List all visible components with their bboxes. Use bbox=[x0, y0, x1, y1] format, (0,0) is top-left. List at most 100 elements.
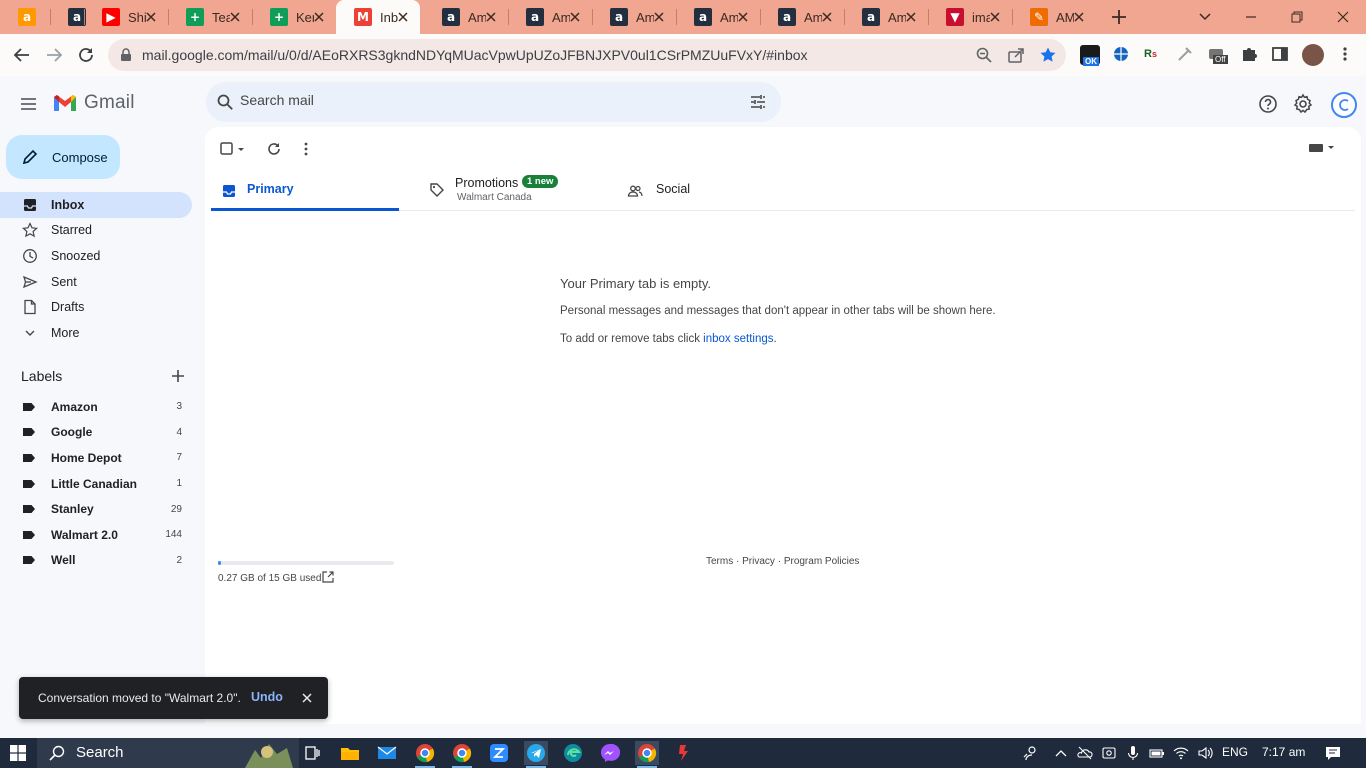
tab-promotions[interactable]: Promotions 1 new Walmart Canada bbox=[419, 171, 615, 211]
sidebar-item-more[interactable]: More bbox=[0, 320, 192, 346]
show-hidden-icons-icon[interactable] bbox=[1053, 745, 1069, 761]
account-avatar[interactable] bbox=[1331, 92, 1357, 118]
file-explorer-icon[interactable] bbox=[338, 741, 362, 765]
address-bar[interactable]: mail.google.com/mail/u/0/d/AEoRXRS3gkndN… bbox=[108, 39, 1066, 71]
reload-button[interactable] bbox=[74, 43, 98, 67]
search-input[interactable] bbox=[240, 92, 720, 108]
chrome-active-taskbar-icon[interactable] bbox=[635, 741, 659, 768]
taskbar-search-box[interactable]: Search bbox=[37, 738, 299, 768]
close-window-button[interactable] bbox=[1332, 6, 1354, 28]
people-tray-icon[interactable] bbox=[1022, 745, 1038, 761]
browser-tab[interactable]: ▼ ima bbox=[928, 0, 1012, 34]
task-view-icon[interactable] bbox=[300, 741, 324, 765]
browser-tab[interactable]: a Am bbox=[508, 0, 592, 34]
taskbar-clock[interactable]: 7:17 am bbox=[1262, 745, 1305, 759]
open-storage-icon[interactable] bbox=[322, 571, 334, 583]
browser-tab[interactable]: a Am bbox=[592, 0, 676, 34]
close-tab-icon[interactable] bbox=[820, 10, 834, 24]
browser-tab[interactable]: ▶ Shi bbox=[84, 0, 168, 34]
more-options-icon[interactable] bbox=[297, 140, 315, 158]
back-button[interactable] bbox=[10, 43, 34, 67]
sidebar-item-drafts[interactable]: Drafts bbox=[0, 294, 192, 320]
refresh-icon[interactable] bbox=[265, 140, 283, 158]
close-tab-icon[interactable] bbox=[144, 10, 158, 24]
share-icon[interactable] bbox=[1007, 46, 1025, 64]
browser-tab[interactable]: ✎ AM bbox=[1012, 0, 1096, 34]
sidebar-item-snoozed[interactable]: Snoozed bbox=[0, 243, 192, 269]
close-tab-icon[interactable] bbox=[396, 10, 410, 24]
search-options-icon[interactable] bbox=[749, 93, 767, 111]
close-tab-icon[interactable] bbox=[568, 10, 582, 24]
windows-start-icon[interactable] bbox=[6, 741, 30, 765]
zoom-app-icon[interactable] bbox=[487, 741, 511, 765]
close-tab-icon[interactable] bbox=[312, 10, 326, 24]
privacy-link[interactable]: Privacy bbox=[742, 556, 775, 567]
label-item-walmart-2-0[interactable]: Walmart 2.0 144 bbox=[0, 522, 200, 548]
extensions-puzzle-icon[interactable] bbox=[1240, 45, 1260, 65]
terms-link[interactable]: Terms bbox=[706, 556, 733, 567]
close-tab-icon[interactable] bbox=[988, 10, 1002, 24]
new-tab-button[interactable] bbox=[1110, 8, 1128, 26]
inbox-settings-link[interactable]: inbox settings bbox=[703, 333, 773, 345]
chrome-taskbar-icon[interactable] bbox=[413, 741, 437, 768]
wifi-icon[interactable] bbox=[1173, 745, 1189, 761]
browser-tab[interactable]: a Am bbox=[676, 0, 760, 34]
profile-avatar[interactable] bbox=[1302, 44, 1324, 66]
browser-tab[interactable]: a Am bbox=[844, 0, 928, 34]
search-bar[interactable] bbox=[206, 82, 781, 122]
browser-tab-active[interactable]: M Inb bbox=[336, 0, 420, 34]
support-icon[interactable] bbox=[1256, 92, 1280, 116]
red-app-icon[interactable] bbox=[672, 741, 696, 765]
close-tab-icon[interactable] bbox=[904, 10, 918, 24]
close-tab-icon[interactable] bbox=[484, 10, 498, 24]
restore-window-button[interactable] bbox=[1286, 6, 1308, 28]
select-all-checkbox[interactable] bbox=[219, 140, 247, 158]
close-tab-icon[interactable] bbox=[1072, 10, 1086, 24]
extension-ok-icon[interactable]: OK bbox=[1080, 45, 1100, 66]
notifications-icon[interactable] bbox=[1325, 745, 1341, 761]
compose-button[interactable]: Compose bbox=[6, 135, 120, 179]
webcam-tray-icon[interactable] bbox=[1101, 745, 1117, 761]
extension-globe-icon[interactable] bbox=[1112, 45, 1132, 65]
extension-rs-icon[interactable]: Rs bbox=[1144, 45, 1164, 65]
telegram-icon[interactable] bbox=[524, 741, 548, 768]
undo-button[interactable]: Undo bbox=[251, 690, 283, 704]
close-tab-icon[interactable] bbox=[736, 10, 750, 24]
label-item-stanley[interactable]: Stanley 29 bbox=[0, 496, 200, 522]
program-policies-link[interactable]: Program Policies bbox=[784, 556, 860, 567]
browser-menu-icon[interactable] bbox=[1336, 45, 1356, 65]
browser-tab[interactable]: a Am bbox=[760, 0, 844, 34]
add-label-icon[interactable] bbox=[170, 368, 186, 384]
label-item-little-canadian[interactable]: Little Canadian 1 bbox=[0, 471, 200, 497]
tab-social[interactable]: Social bbox=[621, 171, 817, 211]
browser-tab[interactable]: +Ker bbox=[252, 0, 336, 34]
label-item-amazon[interactable]: Amazon 3 bbox=[0, 394, 200, 420]
sidebar-item-inbox[interactable]: Inbox bbox=[0, 192, 192, 218]
mail-app-icon[interactable] bbox=[375, 741, 399, 765]
close-icon[interactable] bbox=[300, 691, 314, 705]
input-language-indicator[interactable]: ENG bbox=[1222, 745, 1248, 759]
main-menu-icon[interactable] bbox=[16, 92, 40, 116]
settings-gear-icon[interactable] bbox=[1291, 92, 1315, 116]
edge-icon[interactable] bbox=[561, 741, 585, 765]
close-tab-icon[interactable] bbox=[652, 10, 666, 24]
forward-button[interactable] bbox=[42, 43, 66, 67]
tab-search-icon[interactable] bbox=[1194, 6, 1216, 28]
close-tab-icon[interactable] bbox=[228, 10, 242, 24]
browser-tab[interactable]: a bbox=[0, 0, 50, 34]
search-icon[interactable] bbox=[216, 93, 234, 111]
label-item-well[interactable]: Well 2 bbox=[0, 548, 200, 574]
battery-icon[interactable] bbox=[1149, 745, 1165, 761]
input-tools-keyboard-icon[interactable] bbox=[1308, 141, 1334, 155]
minimize-window-button[interactable] bbox=[1240, 6, 1262, 28]
bookmark-star-icon[interactable] bbox=[1039, 46, 1057, 64]
messenger-icon[interactable] bbox=[598, 741, 622, 765]
label-item-google[interactable]: Google 4 bbox=[0, 420, 200, 446]
sidebar-item-starred[interactable]: Starred bbox=[0, 218, 192, 244]
zoom-icon[interactable] bbox=[975, 46, 993, 64]
extension-off-icon[interactable]: Off bbox=[1208, 45, 1228, 65]
chrome-profile-taskbar-icon[interactable] bbox=[450, 741, 474, 768]
label-item-home-depot[interactable]: Home Depot 7 bbox=[0, 445, 200, 471]
volume-icon[interactable] bbox=[1197, 745, 1213, 761]
browser-tab[interactable]: a Am bbox=[424, 0, 508, 34]
